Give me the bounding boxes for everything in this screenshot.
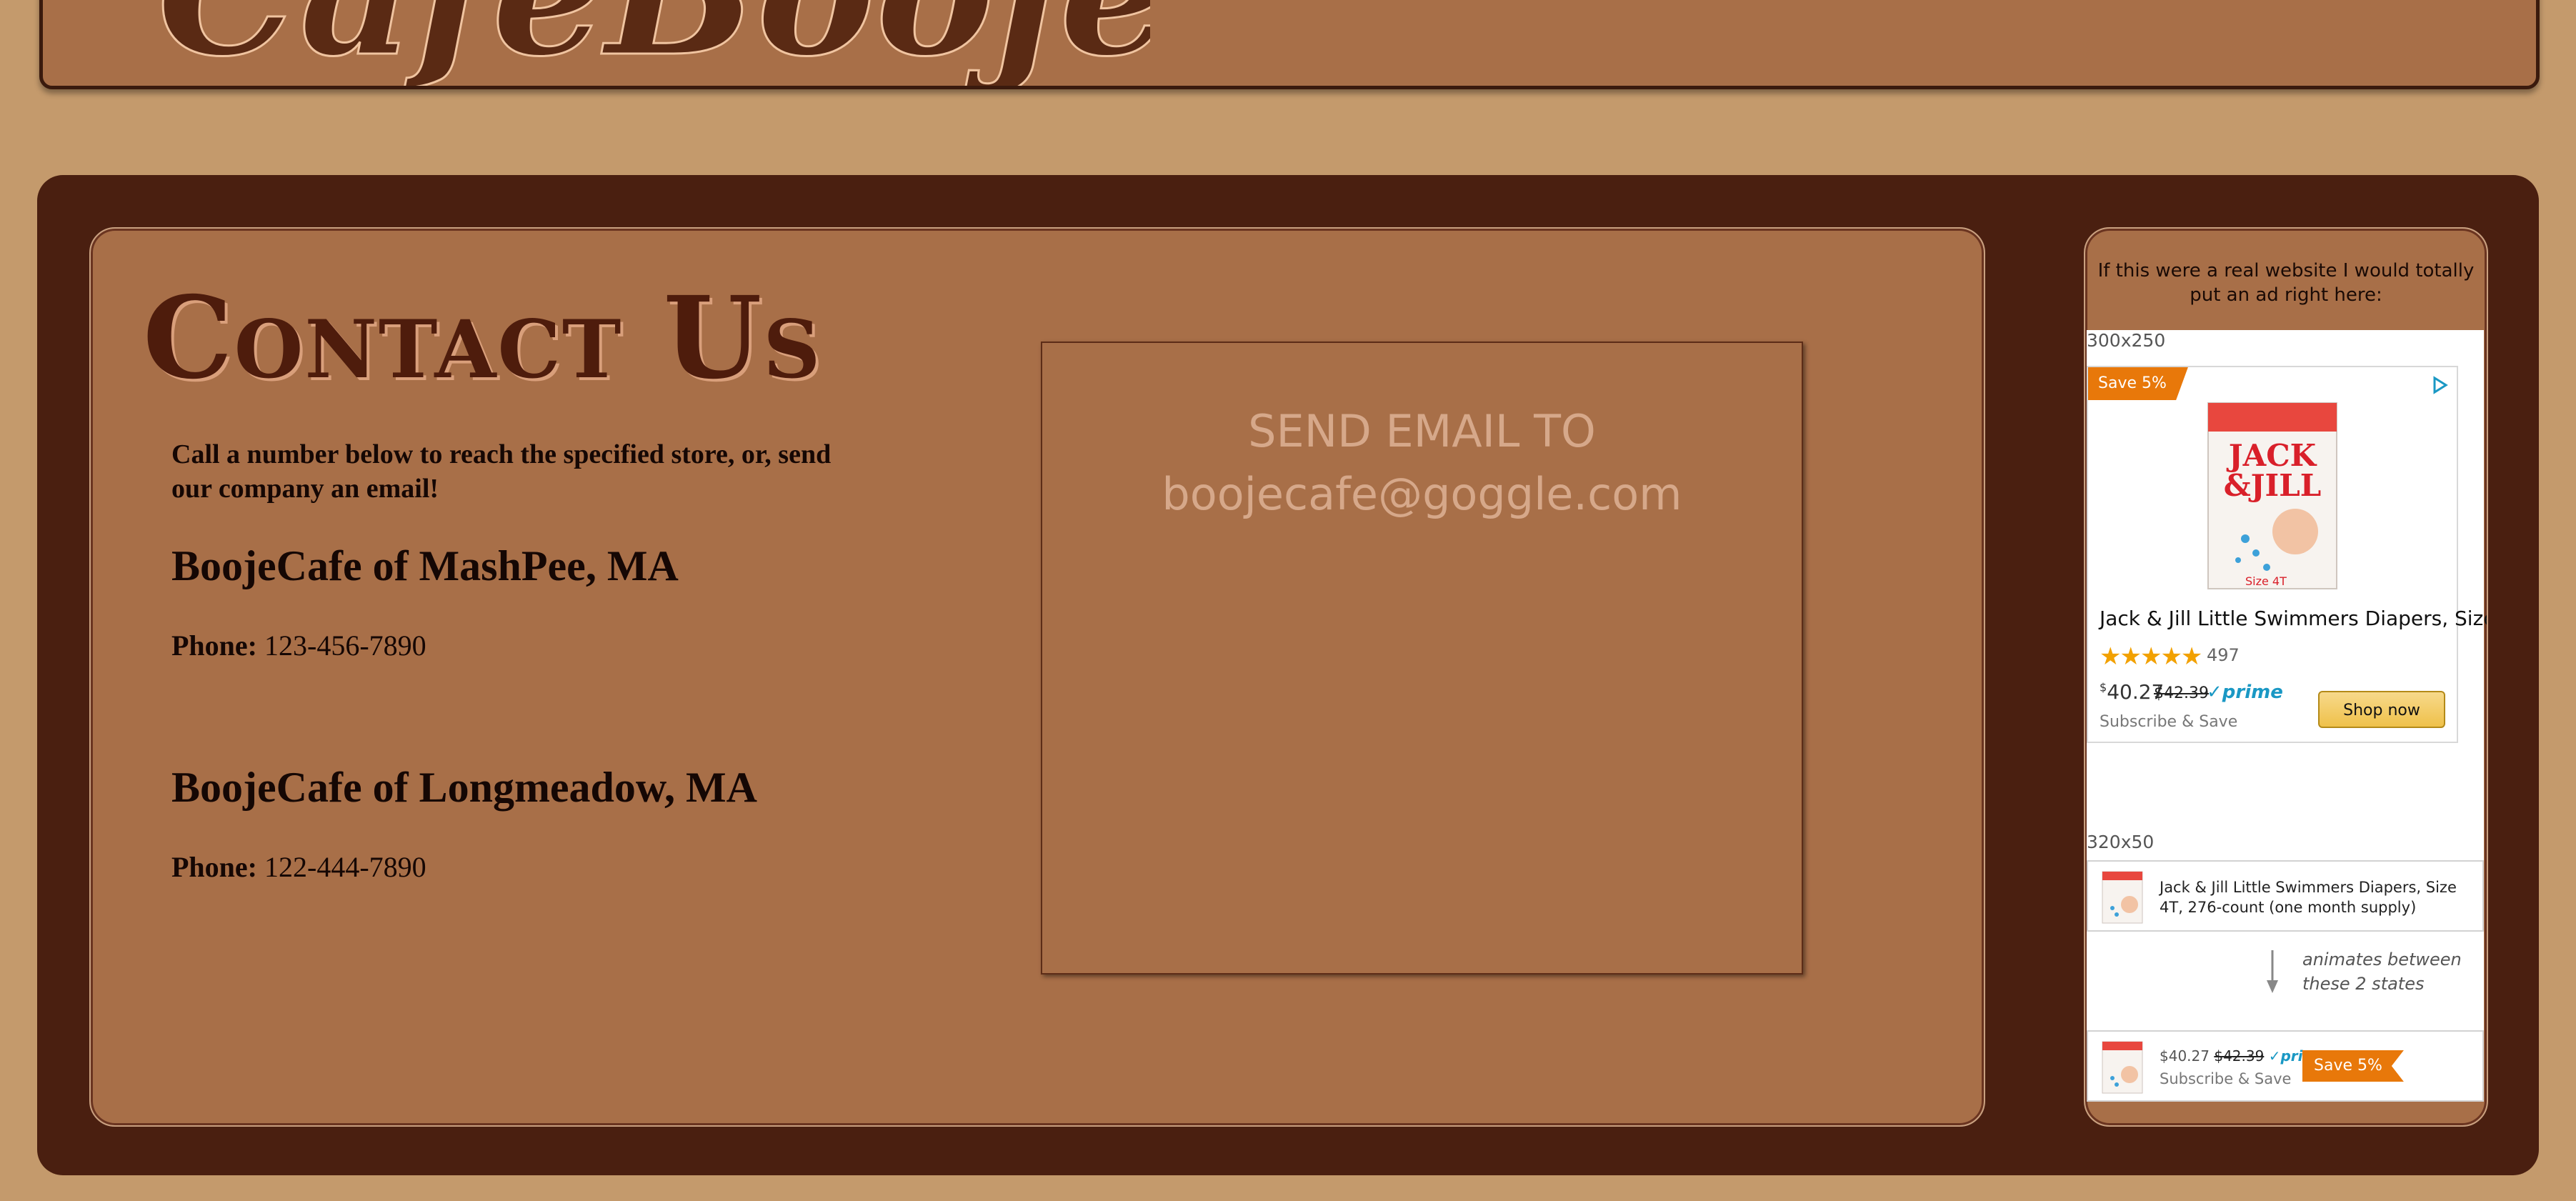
banner-save-tag: Save 5% bbox=[2302, 1050, 2404, 1082]
email-heading: SEND EMAIL TO bbox=[1248, 405, 1596, 457]
phone-label: Phone: bbox=[171, 629, 257, 662]
ad-note: If this were a real website I would tota… bbox=[2097, 260, 2475, 306]
banner-title: Jack & Jill Little Swimmers Diapers, Siz… bbox=[2160, 879, 2457, 916]
store-name-longmeadow: BoojeCafe of Longmeadow, MA bbox=[171, 764, 757, 811]
ad-area: 300x250 Save 5% JACK &JILL Size 4T Jack … bbox=[2087, 330, 2487, 1102]
banner-subscribe: Subscribe & Save bbox=[2160, 1070, 2292, 1087]
animation-note-line2: these 2 states bbox=[2302, 974, 2425, 994]
ad-size-label: 300x250 bbox=[2087, 330, 2166, 351]
prime-badge: ✓prime bbox=[2207, 682, 2283, 703]
svg-text:&JILL: &JILL bbox=[2224, 468, 2322, 503]
email-box[interactable]: SEND EMAIL TO boojecafe@goggle.com bbox=[1041, 342, 1803, 975]
phone-number[interactable]: 123-456-7890 bbox=[264, 629, 426, 662]
product-title[interactable]: Jack & Jill Little Swimmers Diapers, Siz… bbox=[2100, 607, 2487, 630]
ad-320x50-state1[interactable]: Jack & Jill Little Swimmers Diapers, Siz… bbox=[2087, 860, 2484, 932]
ad-size-label-2: 320x50 bbox=[2087, 832, 2155, 852]
ad-320x50-state2[interactable]: $40.27 $42.39 ✓prime Subscribe & Save Sa… bbox=[2087, 1030, 2484, 1102]
store-name-mashpee: BoojeCafe of MashPee, MA bbox=[171, 542, 679, 589]
header-banner: CafeBooje bbox=[39, 0, 2540, 89]
phone-longmeadow: Phone: 122-444-7890 bbox=[171, 850, 426, 884]
phone-number[interactable]: 122-444-7890 bbox=[264, 851, 426, 883]
shop-now-button[interactable]: Shop now bbox=[2318, 691, 2445, 728]
phone-label: Phone: bbox=[171, 851, 257, 883]
animation-note: animates between these 2 states bbox=[2302, 947, 2462, 996]
adchoices-icon[interactable] bbox=[2432, 376, 2448, 394]
cafe-logo[interactable]: CafeBooje bbox=[150, 0, 1151, 89]
diaper-thumb-image bbox=[2102, 871, 2143, 924]
page-title: Contact Us bbox=[143, 272, 822, 404]
ad-panel: If this were a real website I would tota… bbox=[2084, 227, 2488, 1127]
banner-price: $40.27 $42.39 ✓prime bbox=[2160, 1047, 2327, 1065]
diaper-box-image: JACK &JILL Size 4T bbox=[2207, 402, 2337, 589]
animation-note-line1: animates between bbox=[2302, 950, 2462, 970]
phone-mashpee: Phone: 123-456-7890 bbox=[171, 629, 426, 662]
ad-300x250[interactable]: Save 5% JACK &JILL Size 4T Jack & Jill L… bbox=[2087, 366, 2487, 743]
old-price: $42.39 bbox=[2154, 684, 2209, 702]
price-currency: $ bbox=[2100, 680, 2107, 694]
save-tag: Save 5% bbox=[2088, 367, 2188, 400]
rating-count: 497 bbox=[2207, 645, 2240, 665]
rating-stars: ★★★★★ bbox=[2100, 643, 2202, 670]
svg-text:Size 4T: Size 4T bbox=[2245, 574, 2287, 588]
arrow-down-icon bbox=[2267, 950, 2278, 993]
subscribe-save: Subscribe & Save bbox=[2100, 713, 2238, 731]
logo-text: CafeBooje bbox=[157, 0, 1150, 89]
email-text: SEND EMAIL TO boojecafe@goggle.com bbox=[1042, 400, 1802, 526]
banner-old-price: $42.39 bbox=[2214, 1047, 2265, 1065]
email-address[interactable]: boojecafe@goggle.com bbox=[1042, 463, 1802, 526]
diaper-thumb-image bbox=[2102, 1041, 2143, 1094]
contact-intro: Call a number below to reach the specifi… bbox=[171, 439, 832, 504]
banner-price-value: $40.27 bbox=[2160, 1047, 2210, 1065]
